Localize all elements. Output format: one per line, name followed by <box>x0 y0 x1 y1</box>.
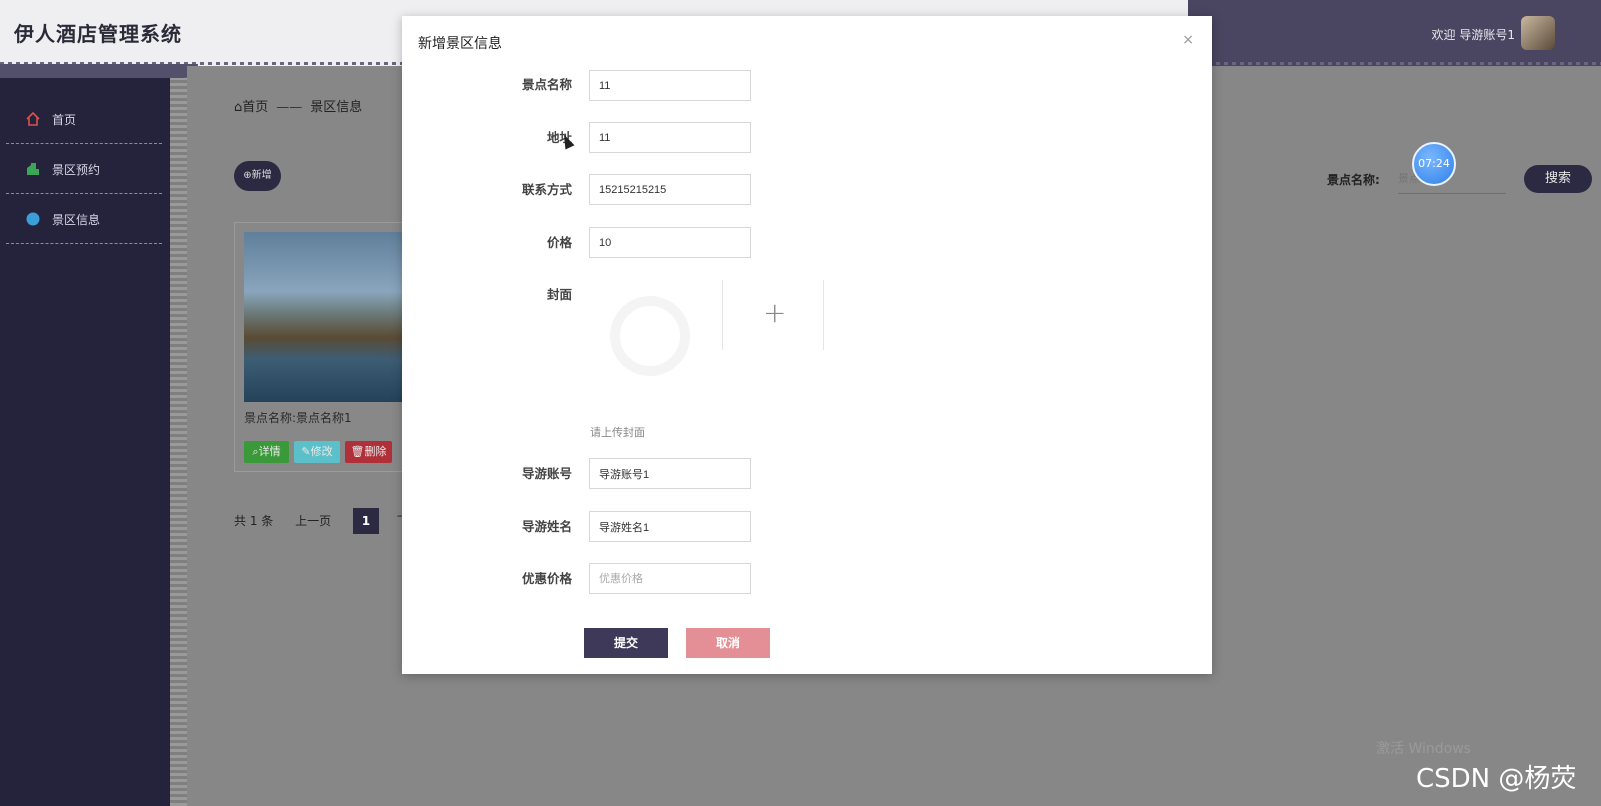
close-icon[interactable]: × <box>1182 32 1194 48</box>
price-input[interactable] <box>589 227 751 258</box>
scenic-image[interactable] <box>244 232 404 402</box>
pagination-prev[interactable]: 上一页 <box>295 514 331 528</box>
recording-timer[interactable]: 07:24 <box>1412 142 1456 186</box>
discount-price-label: 优惠价格 <box>521 571 572 586</box>
plus-icon: + <box>763 296 787 329</box>
cancel-button[interactable]: 取消 <box>686 628 770 658</box>
scenic-name: 景点名称:景点名称1 <box>244 411 352 425</box>
breadcrumb-current: 景区信息 <box>310 100 363 115</box>
guide-account-label: 导游账号 <box>521 466 572 481</box>
name-input[interactable] <box>589 70 751 101</box>
welcome-text: 欢迎 导游账号1 <box>1431 28 1515 42</box>
cover-preview <box>610 296 690 376</box>
globe-icon <box>26 212 40 226</box>
breadcrumb: ⌂首页 —— 景区信息 <box>234 96 362 115</box>
submit-button[interactable]: 提交 <box>584 628 668 658</box>
guide-account-input[interactable] <box>589 458 751 489</box>
app-title: 伊人酒店管理系统 <box>14 22 182 46</box>
contact-label: 联系方式 <box>521 182 572 197</box>
cover-upload-button[interactable]: + <box>722 280 824 350</box>
add-button[interactable]: ⊕新增 <box>234 161 281 191</box>
price-label: 价格 <box>546 235 572 250</box>
dialog-title: 新增景区信息 <box>418 36 502 52</box>
sidebar-item-label: 首页 <box>52 113 77 127</box>
sidebar-item-label: 景区预约 <box>52 163 101 177</box>
sidebar: 首页 景区预约 景区信息 <box>0 78 170 806</box>
avatar[interactable] <box>1521 16 1555 50</box>
breadcrumb-separator: —— <box>276 100 303 115</box>
scenic-card: 景点名称:景点名称1 ⌕详情 ✎修改 🗑删除 <box>234 222 404 472</box>
building-icon <box>27 163 39 175</box>
discount-price-input[interactable] <box>589 563 751 594</box>
guide-name-label: 导游姓名 <box>521 519 572 534</box>
sidebar-item-home[interactable]: 首页 <box>6 94 162 144</box>
contact-input[interactable] <box>589 174 751 205</box>
pagination-total: 共 1 条 <box>234 514 274 528</box>
sidebar-item-scenic-info[interactable]: 景区信息 <box>6 194 162 244</box>
search-button[interactable]: 搜索 <box>1524 165 1592 193</box>
sidebar-header-tab <box>0 64 198 78</box>
home-icon <box>26 112 40 126</box>
sidebar-item-scenic-booking[interactable]: 景区预约 <box>6 144 162 194</box>
mouse-cursor-icon <box>559 132 575 150</box>
trash-icon: 🗑 <box>350 445 365 458</box>
search-label: 景点名称: <box>1327 173 1380 187</box>
add-scenic-dialog: 新增景区信息 × 景点名称 地址 联系方式 价格 封面 + 请上传封面 导游账号… <box>402 16 1212 674</box>
name-label: 景点名称 <box>521 77 572 92</box>
cover-upload-hint: 请上传封面 <box>590 426 645 439</box>
delete-button[interactable]: 🗑删除 <box>345 441 392 463</box>
details-button[interactable]: ⌕详情 <box>244 441 289 463</box>
csdn-watermark: CSDN @杨荧 <box>1416 764 1577 794</box>
pagination-current-page[interactable]: 1 <box>352 508 379 534</box>
edit-button[interactable]: ✎修改 <box>294 441 340 463</box>
sidebar-item-label: 景区信息 <box>52 213 101 227</box>
cover-label: 封面 <box>546 287 572 302</box>
windows-activation-watermark: 激活 Windows <box>1376 741 1471 757</box>
guide-name-input[interactable] <box>589 511 751 542</box>
breadcrumb-home[interactable]: 首页 <box>242 100 268 115</box>
edit-icon: ✎ <box>301 445 311 458</box>
sidebar-edge <box>170 78 187 806</box>
address-input[interactable] <box>589 122 751 153</box>
